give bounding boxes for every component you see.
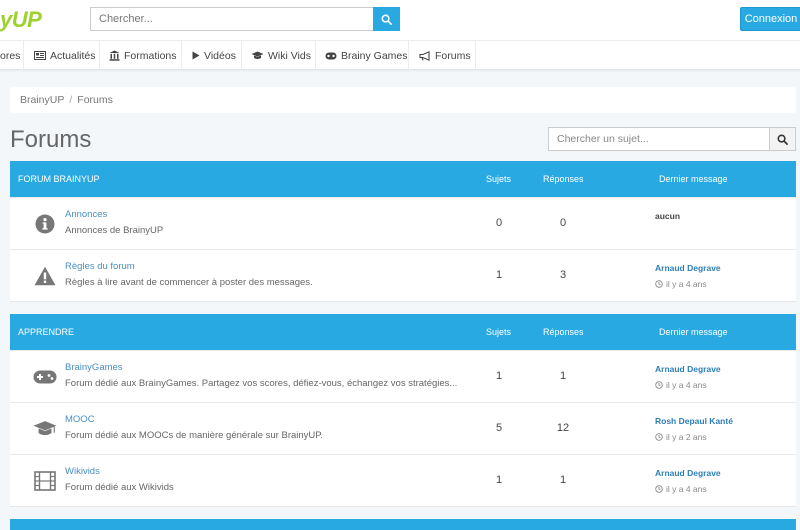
next-section-header [10,519,796,530]
info-circle-icon [33,213,57,235]
graduation-cap-icon [251,51,264,60]
last-message-user: aucun [655,211,681,221]
nav-item-label: Vidéos [204,49,236,62]
subjects-count: 0 [495,217,503,229]
gamepad-icon [33,366,57,388]
nav-item-label: Brainy Games [341,49,408,62]
last-message-user[interactable]: Arnaud Degrave [655,468,721,478]
forum-description: Annonces de BrainyUP [65,225,164,236]
section-header: FORUM BRAINYUP Sujets Réponses Dernier m… [10,161,796,197]
last-message-time-text: il y a 4 ans [666,380,707,390]
subjects-count: 1 [495,474,503,486]
topic-search [548,127,796,151]
nav-item-label: Actualités [50,49,96,62]
replies-count: 3 [559,269,567,281]
forum-row: Wikivids Forum dédié aux Wikivids 1 1 Ar… [10,454,796,506]
forum-title-link[interactable]: Wikivids [65,466,100,477]
last-message-time: il y a 2 ans [655,432,707,442]
nav-item-formations[interactable]: Formations [100,41,182,70]
col-subjects: Sujets [486,327,512,337]
site-search-input[interactable] [90,7,373,31]
login-button[interactable]: Connexion [740,7,800,31]
section-title: APPRENDRE [18,327,75,337]
clock-icon [655,433,663,441]
clock-icon [655,485,663,493]
nav-item-videos[interactable]: Vidéos [182,41,242,70]
subjects-count: 5 [495,422,503,434]
forum-row: BrainyGames Forum dédié aux BrainyGames.… [10,350,796,402]
top-header: yUP Connexion [0,0,800,40]
last-message-user[interactable]: Arnaud Degrave [655,263,721,273]
nav-item-actualites[interactable]: Actualités [24,41,100,70]
subjects-count: 1 [495,269,503,281]
last-message-time-text: il y a 2 ans [666,432,707,442]
col-last-message: Dernier message [659,327,728,337]
last-message-time-text: il y a 4 ans [666,484,707,494]
section-header: APPRENDRE Sujets Réponses Dernier messag… [10,314,796,350]
play-icon [192,51,200,60]
forum-row: Règles du forum Règles à lire avant de c… [10,249,796,301]
last-message-time-text: il y a 4 ans [666,279,707,289]
site-logo[interactable]: yUP [0,7,42,33]
col-replies: Réponses [543,174,584,184]
col-replies: Réponses [543,327,584,337]
last-message-time: il y a 4 ans [655,484,707,494]
site-search [90,7,400,31]
last-message-time: il y a 4 ans [655,380,707,390]
col-last-message: Dernier message [659,174,728,184]
main-nav: ores Actualités Formations Vidéos Wiki V… [0,40,800,70]
forum-row: Annonces Annonces de BrainyUP 0 0 aucun [10,197,796,249]
warning-icon [33,265,57,287]
forum-title-link[interactable]: Annonces [65,209,107,220]
forum-title-link[interactable]: BrainyGames [65,362,123,373]
topic-search-button[interactable] [769,127,796,151]
clock-icon [655,280,663,288]
section-title: FORUM BRAINYUP [18,174,100,184]
nav-item-forums[interactable]: Forums [409,41,476,70]
nav-item-explorer[interactable]: ores [0,41,24,70]
clock-icon [655,381,663,389]
nav-item-label: ores [0,49,21,62]
graduation-cap-icon [33,418,57,440]
replies-count: 1 [559,474,567,486]
nav-item-label: Formations [124,49,177,62]
replies-count: 12 [556,422,570,434]
site-search-button[interactable] [373,7,400,31]
forum-description: Règles à lire avant de commencer à poste… [65,277,313,288]
gamepad-icon [325,52,337,60]
last-message-user[interactable]: Rosh Depaul Kanté [655,416,733,426]
nav-item-wiki-vids[interactable]: Wiki Vids [242,41,316,70]
col-subjects: Sujets [486,174,512,184]
last-message-time: il y a 4 ans [655,279,707,289]
nav-item-label: Wiki Vids [268,49,311,62]
film-icon [33,470,57,492]
replies-count: 0 [559,217,567,229]
nav-item-brainy-games[interactable]: Brainy Games [316,41,409,70]
breadcrumb-separator: / [69,94,73,106]
forum-title-link[interactable]: MOOC [65,414,95,425]
replies-count: 1 [559,370,567,382]
nav-item-label: Forums [435,49,471,62]
forum-row: MOOC Forum dédié aux MOOCs de manière gé… [10,402,796,454]
search-icon [777,134,788,145]
forum-section-apprendre: APPRENDRE Sujets Réponses Dernier messag… [10,314,796,507]
newspaper-icon [34,51,46,60]
breadcrumb-current: Forums [77,94,113,106]
page-title: Forums [10,126,92,153]
forum-description: Forum dédié aux Wikivids [65,482,174,493]
topic-search-input[interactable] [548,127,770,151]
institution-icon [109,50,120,61]
search-icon [381,14,392,25]
breadcrumb-home[interactable]: BrainyUP [20,94,64,106]
bullhorn-icon [419,50,431,61]
breadcrumb: BrainyUP / Forums [10,87,796,113]
forum-title-link[interactable]: Règles du forum [65,261,135,272]
subjects-count: 1 [495,370,503,382]
last-message-user[interactable]: Arnaud Degrave [655,364,721,374]
forum-section-brainyup: FORUM BRAINYUP Sujets Réponses Dernier m… [10,161,796,302]
forum-description: Forum dédié aux MOOCs de manière général… [65,430,324,441]
forum-description: Forum dédié aux BrainyGames. Partagez vo… [65,378,458,389]
